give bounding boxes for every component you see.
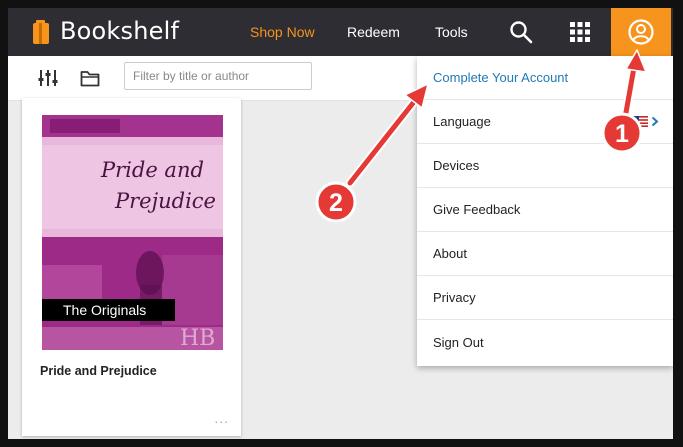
annotation-overlay: 1 2 (315, 49, 647, 223)
callout-1-badge: 1 (601, 112, 643, 154)
callout-2-number: 2 (329, 189, 343, 217)
arrow-1 (620, 49, 647, 123)
callout-1-number: 1 (615, 120, 629, 148)
arrow-2 (345, 83, 429, 188)
callout-2-badge: 2 (315, 181, 357, 223)
